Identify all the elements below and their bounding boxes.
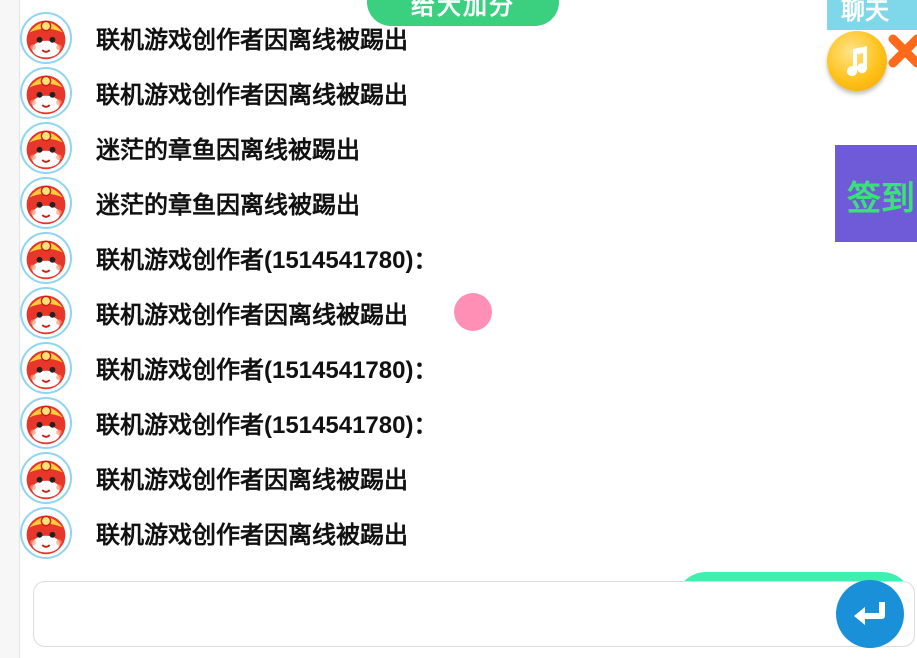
user-avatar[interactable] (20, 396, 72, 449)
chat-message-list: 联机游戏创作者因离线被踢出 联机游戏创作者因离线被踢出 迷茫的章鱼因离线被踢出 … (20, 10, 820, 560)
chat-message-text: 联机游戏创作者(1514541780)： (96, 357, 438, 384)
user-avatar[interactable] (20, 341, 72, 394)
user-avatar[interactable] (20, 121, 72, 174)
chat-message-text: 迷茫的章鱼因离线被踢出 (96, 192, 360, 219)
chat-message-row: 联机游戏创作者(1514541780)： (20, 340, 820, 395)
chat-message-text: 联机游戏创作者因离线被踢出 (96, 522, 408, 549)
cartoon-avatar-icon (26, 239, 66, 279)
chat-tab[interactable]: 聊天 (827, 0, 917, 30)
cartoon-avatar-icon (26, 129, 66, 169)
cartoon-avatar-icon (26, 294, 66, 334)
user-avatar[interactable] (20, 11, 72, 64)
chat-message-row: 联机游戏创作者因离线被踢出 (20, 285, 820, 340)
chat-message-row: 联机游戏创作者因离线被踢出 (20, 10, 820, 65)
cartoon-avatar-icon (26, 184, 66, 224)
chat-message-text: 联机游戏创作者因离线被踢出 (96, 467, 408, 494)
send-button[interactable] (836, 580, 904, 648)
chat-message-row: 联机游戏创作者(1514541780)： (20, 395, 820, 450)
user-avatar[interactable] (20, 506, 72, 559)
user-avatar[interactable] (20, 176, 72, 229)
chat-input[interactable] (33, 581, 915, 647)
chat-message-row: 联机游戏创作者(1514541780)： (20, 230, 820, 285)
user-avatar[interactable] (20, 66, 72, 119)
chat-message-text: 联机游戏创作者因离线被踢出 (96, 82, 408, 109)
left-rail (0, 0, 20, 658)
chat-message-row: 联机游戏创作者因离线被踢出 (20, 505, 820, 560)
music-note-icon (847, 46, 868, 77)
cartoon-avatar-icon (26, 19, 66, 59)
cartoon-avatar-icon (26, 74, 66, 114)
pink-dot (454, 293, 492, 331)
chat-message-row: 迷茫的章鱼因离线被踢出 (20, 120, 820, 175)
chat-message-row: 联机游戏创作者因离线被踢出 (20, 450, 820, 505)
chat-message-text: 迷茫的章鱼因离线被踢出 (96, 137, 360, 164)
enter-arrow-icon (854, 602, 885, 625)
chat-message-text: 联机游戏创作者因离线被踢出 (96, 27, 408, 54)
user-avatar[interactable] (20, 231, 72, 284)
chat-message-row: 迷茫的章鱼因离线被踢出 (20, 175, 820, 230)
chat-message-row: 联机游戏创作者因离线被踢出 (20, 65, 820, 120)
user-avatar[interactable] (20, 451, 72, 504)
cartoon-avatar-icon (26, 404, 66, 444)
close-icon[interactable] (887, 33, 917, 77)
signin-button[interactable]: 签到 (835, 145, 917, 242)
cartoon-avatar-icon (26, 459, 66, 499)
music-button[interactable] (827, 31, 887, 91)
cartoon-avatar-icon (26, 514, 66, 554)
cartoon-avatar-icon (26, 349, 66, 389)
user-avatar[interactable] (20, 286, 72, 339)
chat-message-text: 联机游戏创作者(1514541780)： (96, 412, 438, 439)
chat-message-text: 联机游戏创作者因离线被踢出 (96, 302, 408, 329)
chat-message-text: 联机游戏创作者(1514541780)： (96, 247, 438, 274)
